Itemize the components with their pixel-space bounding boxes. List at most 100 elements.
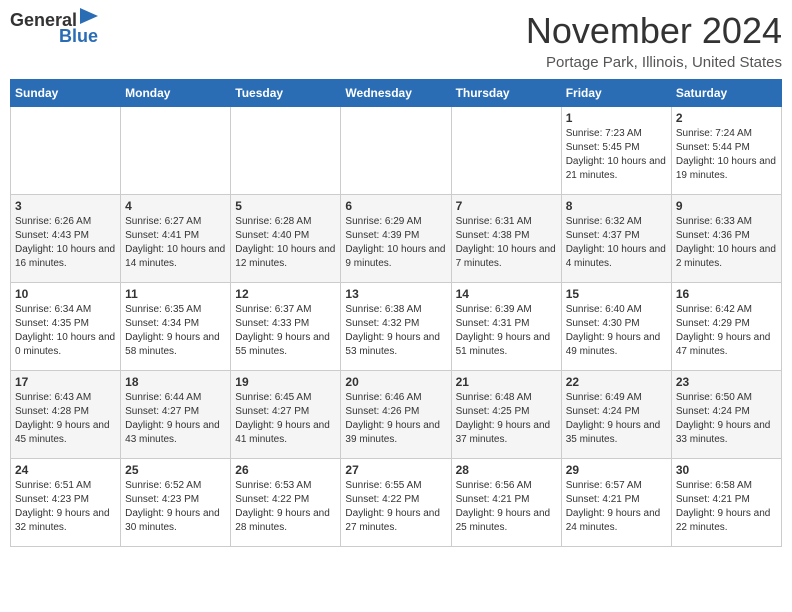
calendar-cell: 29Sunrise: 6:57 AM Sunset: 4:21 PM Dayli… xyxy=(561,459,671,547)
day-number: 11 xyxy=(125,287,226,301)
day-number: 7 xyxy=(456,199,557,213)
header-day-monday: Monday xyxy=(121,80,231,107)
calendar-cell: 27 Sunrise: 6:55 AM Sunset: 4:22 PM Dayli… xyxy=(341,459,451,547)
header-day-thursday: Thursday xyxy=(451,80,561,107)
calendar-cell: 11 Sunrise: 6:35 AM Sunset: 4:34 PM Dayli… xyxy=(121,283,231,371)
day-number: 17 xyxy=(15,375,116,389)
day-info: Sunrise: 6:52 AM Sunset: 4:23 PM Dayligh… xyxy=(125,479,226,535)
header-day-friday: Friday xyxy=(561,80,671,107)
day-info: Sunrise: 6:49 AM Sunset: 4:24 PM Dayligh… xyxy=(566,391,667,447)
day-number: 15 xyxy=(566,287,667,301)
day-info: Sunrise: 6:33 AM Sunset: 4:36 PM Dayligh… xyxy=(676,215,777,271)
calendar-cell xyxy=(11,107,121,195)
page-header: General Blue November 2024 Portage Park,… xyxy=(10,10,782,71)
title-block: November 2024 Portage Park, Illinois, Un… xyxy=(526,10,782,71)
day-info: Sunrise: 6:35 AM Sunset: 4:34 PM Dayligh… xyxy=(125,303,226,359)
day-info: Sunrise: 6:51 AM Sunset: 4:23 PM Dayligh… xyxy=(15,479,116,535)
header-day-saturday: Saturday xyxy=(671,80,781,107)
day-number: 16 xyxy=(676,287,777,301)
calendar-cell: 30Sunrise: 6:58 AM Sunset: 4:21 PM Dayli… xyxy=(671,459,781,547)
calendar-cell xyxy=(231,107,341,195)
day-info: Sunrise: 6:56 AM Sunset: 4:21 PM Dayligh… xyxy=(456,479,557,535)
day-info: Sunrise: 6:48 AM Sunset: 4:25 PM Dayligh… xyxy=(456,391,557,447)
calendar-cell: 18 Sunrise: 6:44 AM Sunset: 4:27 PM Dayli… xyxy=(121,371,231,459)
logo: General Blue xyxy=(10,10,98,47)
location: Portage Park, Illinois, United States xyxy=(526,54,782,71)
day-info: Sunrise: 6:31 AM Sunset: 4:38 PM Dayligh… xyxy=(456,215,557,271)
calendar-body: 1 Sunrise: 7:23 AM Sunset: 5:45 PM Daylig… xyxy=(11,107,782,547)
calendar-cell: 15 Sunrise: 6:40 AM Sunset: 4:30 PM Dayli… xyxy=(561,283,671,371)
day-number: 27 xyxy=(345,463,446,477)
day-info: Sunrise: 6:39 AM Sunset: 4:31 PM Dayligh… xyxy=(456,303,557,359)
day-info: Sunrise: 6:34 AM Sunset: 4:35 PM Dayligh… xyxy=(15,303,116,359)
day-number: 8 xyxy=(566,199,667,213)
week-row-3: 10 Sunrise: 6:34 AM Sunset: 4:35 PM Dayli… xyxy=(11,283,782,371)
calendar-header: SundayMondayTuesdayWednesdayThursdayFrid… xyxy=(11,80,782,107)
calendar-cell: 7 Sunrise: 6:31 AM Sunset: 4:38 PM Daylig… xyxy=(451,195,561,283)
calendar-cell: 2Sunrise: 7:24 AM Sunset: 5:44 PM Daylig… xyxy=(671,107,781,195)
calendar-table: SundayMondayTuesdayWednesdayThursdayFrid… xyxy=(10,79,782,547)
day-number: 1 xyxy=(566,111,667,125)
day-number: 19 xyxy=(235,375,336,389)
calendar-cell: 16 Sunrise: 6:42 AM Sunset: 4:29 PM Dayli… xyxy=(671,283,781,371)
calendar-cell xyxy=(121,107,231,195)
day-info: Sunrise: 6:55 AM Sunset: 4:22 PM Dayligh… xyxy=(345,479,446,535)
calendar-cell: 13 Sunrise: 6:38 AM Sunset: 4:32 PM Dayli… xyxy=(341,283,451,371)
calendar-cell: 21 Sunrise: 6:48 AM Sunset: 4:25 PM Dayli… xyxy=(451,371,561,459)
day-number: 25 xyxy=(125,463,226,477)
calendar-cell: 14Sunrise: 6:39 AM Sunset: 4:31 PM Dayli… xyxy=(451,283,561,371)
header-day-wednesday: Wednesday xyxy=(341,80,451,107)
calendar-cell: 25 Sunrise: 6:52 AM Sunset: 4:23 PM Dayli… xyxy=(121,459,231,547)
day-info: Sunrise: 6:29 AM Sunset: 4:39 PM Dayligh… xyxy=(345,215,446,271)
day-number: 21 xyxy=(456,375,557,389)
logo-arrow-icon xyxy=(80,8,98,24)
day-info: Sunrise: 6:38 AM Sunset: 4:32 PM Dayligh… xyxy=(345,303,446,359)
calendar-cell: 28Sunrise: 6:56 AM Sunset: 4:21 PM Dayli… xyxy=(451,459,561,547)
calendar-cell xyxy=(451,107,561,195)
day-number: 30 xyxy=(676,463,777,477)
header-day-sunday: Sunday xyxy=(11,80,121,107)
week-row-5: 24 Sunrise: 6:51 AM Sunset: 4:23 PM Dayli… xyxy=(11,459,782,547)
calendar-cell: 3Sunrise: 6:26 AM Sunset: 4:43 PM Daylig… xyxy=(11,195,121,283)
day-number: 13 xyxy=(345,287,446,301)
day-number: 6 xyxy=(345,199,446,213)
day-info: Sunrise: 6:50 AM Sunset: 4:24 PM Dayligh… xyxy=(676,391,777,447)
day-info: Sunrise: 6:44 AM Sunset: 4:27 PM Dayligh… xyxy=(125,391,226,447)
day-number: 12 xyxy=(235,287,336,301)
logo-blue: Blue xyxy=(59,27,98,47)
day-info: Sunrise: 6:37 AM Sunset: 4:33 PM Dayligh… xyxy=(235,303,336,359)
calendar-cell: 22Sunrise: 6:49 AM Sunset: 4:24 PM Dayli… xyxy=(561,371,671,459)
day-info: Sunrise: 6:42 AM Sunset: 4:29 PM Dayligh… xyxy=(676,303,777,359)
header-row: SundayMondayTuesdayWednesdayThursdayFrid… xyxy=(11,80,782,107)
day-number: 26 xyxy=(235,463,336,477)
day-info: Sunrise: 6:43 AM Sunset: 4:28 PM Dayligh… xyxy=(15,391,116,447)
calendar-cell: 19 Sunrise: 6:45 AM Sunset: 4:27 PM Dayli… xyxy=(231,371,341,459)
calendar-cell: 12 Sunrise: 6:37 AM Sunset: 4:33 PM Dayli… xyxy=(231,283,341,371)
week-row-1: 1 Sunrise: 7:23 AM Sunset: 5:45 PM Daylig… xyxy=(11,107,782,195)
month-title: November 2024 xyxy=(526,10,782,52)
day-number: 18 xyxy=(125,375,226,389)
week-row-4: 17 Sunrise: 6:43 AM Sunset: 4:28 PM Dayli… xyxy=(11,371,782,459)
calendar-cell: 17 Sunrise: 6:43 AM Sunset: 4:28 PM Dayli… xyxy=(11,371,121,459)
day-number: 4 xyxy=(125,199,226,213)
day-info: Sunrise: 7:23 AM Sunset: 5:45 PM Dayligh… xyxy=(566,127,667,183)
week-row-2: 3Sunrise: 6:26 AM Sunset: 4:43 PM Daylig… xyxy=(11,195,782,283)
day-number: 9 xyxy=(676,199,777,213)
day-number: 3 xyxy=(15,199,116,213)
calendar-cell: 26Sunrise: 6:53 AM Sunset: 4:22 PM Dayli… xyxy=(231,459,341,547)
day-number: 29 xyxy=(566,463,667,477)
day-number: 23 xyxy=(676,375,777,389)
day-info: Sunrise: 6:40 AM Sunset: 4:30 PM Dayligh… xyxy=(566,303,667,359)
day-number: 5 xyxy=(235,199,336,213)
day-number: 10 xyxy=(15,287,116,301)
day-number: 24 xyxy=(15,463,116,477)
calendar-cell: 20Sunrise: 6:46 AM Sunset: 4:26 PM Dayli… xyxy=(341,371,451,459)
calendar-cell: 5Sunrise: 6:28 AM Sunset: 4:40 PM Daylig… xyxy=(231,195,341,283)
calendar-cell: 24 Sunrise: 6:51 AM Sunset: 4:23 PM Dayli… xyxy=(11,459,121,547)
calendar-cell: 9 Sunrise: 6:33 AM Sunset: 4:36 PM Daylig… xyxy=(671,195,781,283)
day-info: Sunrise: 6:45 AM Sunset: 4:27 PM Dayligh… xyxy=(235,391,336,447)
header-day-tuesday: Tuesday xyxy=(231,80,341,107)
calendar-cell: 23 Sunrise: 6:50 AM Sunset: 4:24 PM Dayli… xyxy=(671,371,781,459)
calendar-cell: 1 Sunrise: 7:23 AM Sunset: 5:45 PM Daylig… xyxy=(561,107,671,195)
calendar-cell xyxy=(341,107,451,195)
